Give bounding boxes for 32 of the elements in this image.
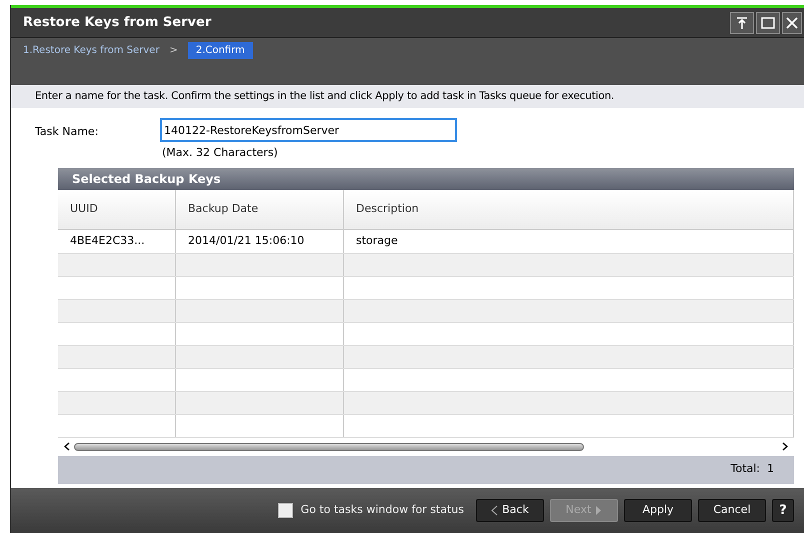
close-icon [786, 16, 798, 28]
horizontal-scrollbar[interactable] [74, 442, 584, 450]
scroll-left-icon [64, 442, 70, 451]
step-separator: > [169, 44, 178, 58]
pin-button[interactable] [730, 12, 754, 34]
maximize-button[interactable] [756, 12, 780, 34]
close-button[interactable] [782, 12, 802, 34]
wizard-step: 1.Restore Keys from Server [23, 42, 160, 59]
wizard-step: 2.Confirm [188, 42, 253, 59]
table-cell: 2014/01/21 15:06:10 [176, 230, 344, 252]
total-count: Total: 1 [730, 461, 774, 478]
help-button[interactable]: ? [772, 499, 794, 522]
column-header[interactable]: Description [344, 190, 794, 228]
max-characters-hint: (Max. 32 Characters) [162, 145, 279, 161]
pin-icon [736, 16, 748, 28]
column-header[interactable]: Backup Date [176, 190, 344, 228]
task-name-field[interactable]: 140122-RestoreKeysfromServer [160, 118, 457, 142]
footer-button[interactable]: Cancel [698, 499, 766, 522]
footer-button[interactable]: Apply [624, 499, 692, 522]
table-cell: 4BE4E2C33... [58, 230, 176, 252]
column-header[interactable]: UUID [58, 190, 176, 228]
maximize-icon [761, 16, 775, 28]
next-arrow-icon [595, 505, 602, 516]
table-cell: storage [344, 230, 794, 252]
table-title: Selected Backup Keys [72, 170, 221, 188]
checkbox[interactable] [278, 503, 293, 518]
instruction-text: Enter a name for the task. Confirm the settings in the list and click Apply to add task in Tasks queue for execution. [35, 88, 614, 104]
checkbox-label: Go to tasks window for status [300, 502, 464, 518]
scroll-right-icon [782, 442, 788, 451]
footer-button[interactable]: Back [476, 499, 544, 522]
task-name-label: Task Name: [35, 124, 100, 140]
window-title: Restore Keys from Server [23, 14, 212, 32]
